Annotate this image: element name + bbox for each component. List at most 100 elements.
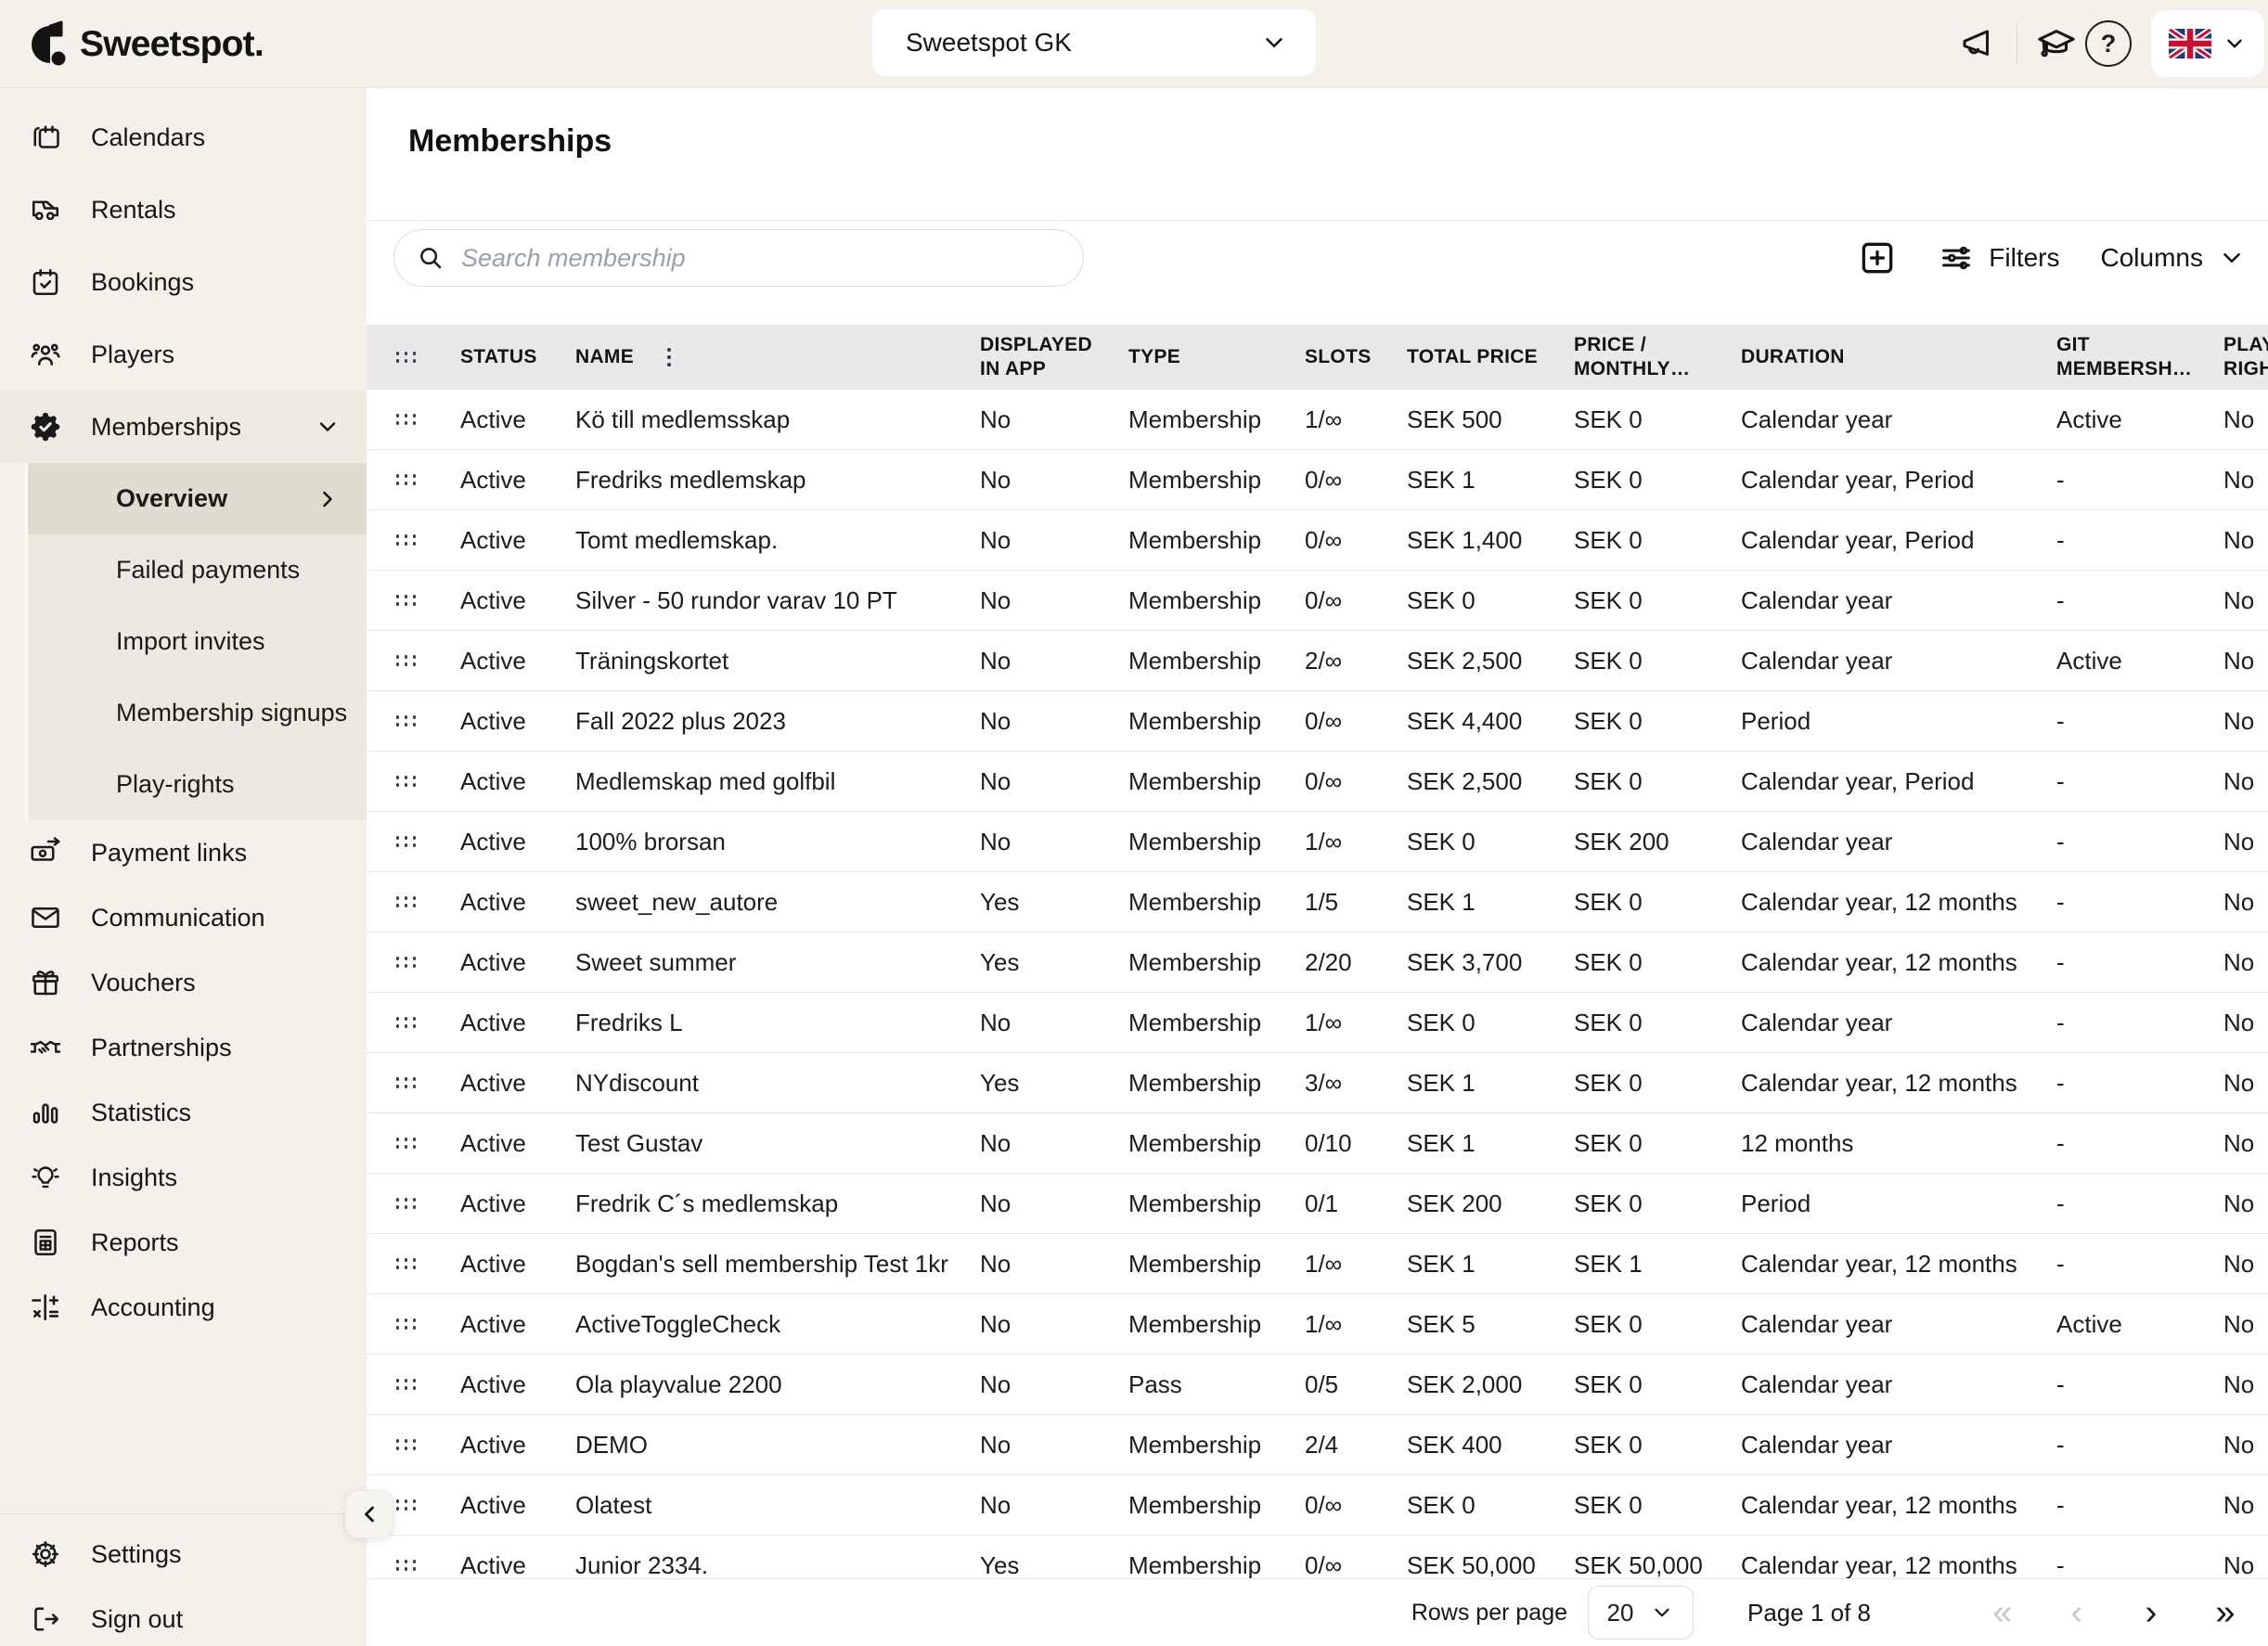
- drag-handle-icon[interactable]: [367, 414, 445, 425]
- drag-handle-icon[interactable]: [367, 534, 445, 546]
- submenu-item-membership-signups[interactable]: Membership signups: [28, 677, 367, 749]
- drag-handle-icon[interactable]: [367, 836, 445, 847]
- rows-per-page-select[interactable]: 20: [1588, 1586, 1694, 1640]
- sidebar-item-communication[interactable]: Communication: [0, 885, 367, 950]
- drag-handle-icon[interactable]: [367, 896, 445, 907]
- drag-handle-icon[interactable]: [367, 474, 445, 485]
- column-header-total-price[interactable]: TOTAL PRICE: [1392, 345, 1559, 369]
- search-input[interactable]: [459, 243, 1083, 274]
- sidebar-item-memberships[interactable]: Memberships: [0, 391, 367, 463]
- last-page-button[interactable]: »: [2209, 1590, 2242, 1635]
- membership-badge-icon: [28, 410, 63, 444]
- sidebar-item-sign-out[interactable]: Sign out: [0, 1587, 367, 1646]
- drag-handle-icon[interactable]: [367, 715, 445, 727]
- cell-displayed_in_app: Yes: [965, 948, 1114, 977]
- column-header-price-monthly[interactable]: PRICE / MONTHLY…: [1559, 333, 1726, 382]
- cell-git_membership: -: [2042, 1491, 2209, 1520]
- sidebar-item-partnerships[interactable]: Partnerships: [0, 1015, 367, 1080]
- drag-handle-icon[interactable]: [367, 1318, 445, 1330]
- column-header-name[interactable]: NAME: [557, 345, 965, 369]
- drag-handle-icon[interactable]: [367, 1198, 445, 1209]
- sidebar-item-players[interactable]: Players: [0, 318, 367, 391]
- drag-handle-icon[interactable]: [367, 1077, 445, 1088]
- submenu-item-failed-payments[interactable]: Failed payments: [28, 534, 367, 606]
- table-row[interactable]: ActiveBogdan's sell membership Test 1krN…: [367, 1234, 2268, 1294]
- sidebar-item-bookings[interactable]: Bookings: [0, 246, 367, 318]
- table-row[interactable]: ActiveFredrik C´s medlemskapNoMembership…: [367, 1174, 2268, 1234]
- uk-flag-icon: [2169, 29, 2211, 58]
- academy-cap-icon[interactable]: [2030, 18, 2082, 70]
- sidebar-item-vouchers[interactable]: Vouchers: [0, 950, 367, 1015]
- sidebar-collapse-button[interactable]: [345, 1490, 393, 1538]
- column-header-git-membership[interactable]: GIT MEMBERSH…: [2042, 333, 2209, 382]
- club-selector[interactable]: Sweetspot GK: [872, 9, 1316, 76]
- table-row[interactable]: ActiveNYdiscountYesMembership3/∞SEK 1SEK…: [367, 1053, 2268, 1113]
- drag-handle-icon[interactable]: [367, 1439, 445, 1450]
- table-row[interactable]: ActiveSilver - 50 rundor varav 10 PTNoMe…: [367, 571, 2268, 631]
- cell-play_right: No: [2209, 466, 2268, 495]
- sidebar-item-insights[interactable]: Insights: [0, 1145, 367, 1210]
- envelope-icon: [28, 901, 63, 934]
- drag-handle-icon[interactable]: [367, 776, 445, 787]
- cell-price_monthly: SEK 50,000: [1559, 1551, 1726, 1580]
- column-header-type[interactable]: TYPE: [1114, 345, 1290, 369]
- sidebar-item-calendars[interactable]: Calendars: [0, 101, 367, 174]
- table-row[interactable]: ActiveTest GustavNoMembership0/10SEK 1SE…: [367, 1113, 2268, 1174]
- column-header-status[interactable]: STATUS: [445, 345, 557, 369]
- drag-handle-icon[interactable]: [367, 957, 445, 968]
- drag-handle-icon[interactable]: [367, 1379, 445, 1390]
- sidebar-item-rentals[interactable]: Rentals: [0, 174, 367, 246]
- drag-handle-icon[interactable]: [367, 595, 445, 606]
- cell-duration: Calendar year, 12 months: [1726, 1069, 2042, 1098]
- submenu-item-overview[interactable]: Overview: [28, 463, 367, 534]
- table-row[interactable]: ActiveMedlemskap med golfbilNoMembership…: [367, 752, 2268, 812]
- columns-button[interactable]: Columns: [2101, 243, 2246, 273]
- column-header-play-right[interactable]: PLAY- RIGHT: [2209, 333, 2268, 382]
- table-row[interactable]: ActiveTomt medlemskap.NoMembership0/∞SEK…: [367, 510, 2268, 571]
- sidebar-item-reports[interactable]: Reports: [0, 1210, 367, 1275]
- table-row[interactable]: ActiveTräningskortetNoMembership2/∞SEK 2…: [367, 631, 2268, 691]
- table-row[interactable]: ActiveActiveToggleCheckNoMembership1/∞SE…: [367, 1294, 2268, 1355]
- table-row[interactable]: ActiveOla playvalue 2200NoPass0/5SEK 2,0…: [367, 1355, 2268, 1415]
- cell-price_monthly: SEK 0: [1559, 888, 1726, 917]
- cell-git_membership: -: [2042, 948, 2209, 977]
- table-row[interactable]: ActiveFredriks LNoMembership1/∞SEK 0SEK …: [367, 993, 2268, 1053]
- cell-duration: Period: [1726, 707, 2042, 736]
- table-row[interactable]: ActiveKö till medlemsskapNoMembership1/∞…: [367, 390, 2268, 450]
- sidebar-item-payment-links[interactable]: Payment links: [0, 820, 367, 885]
- drag-handle-icon[interactable]: [367, 655, 445, 666]
- table-row[interactable]: ActiveFall 2022 plus 2023NoMembership0/∞…: [367, 691, 2268, 752]
- language-selector[interactable]: [2151, 10, 2264, 77]
- column-header-displayed-in-app[interactable]: DISPLAYED IN APP: [965, 333, 1114, 382]
- sidebar-item-accounting[interactable]: Accounting: [0, 1275, 367, 1340]
- table-row[interactable]: ActiveFredriks medlemskapNoMembership0/∞…: [367, 450, 2268, 510]
- cell-type: Membership: [1114, 767, 1290, 796]
- next-page-button[interactable]: ›: [2134, 1590, 2168, 1635]
- table-row[interactable]: Activesweet_new_autoreYesMembership1/5SE…: [367, 872, 2268, 932]
- header-actions: ?: [1952, 0, 2268, 87]
- previous-page-button[interactable]: ‹: [2060, 1590, 2094, 1635]
- submenu-item-play-rights[interactable]: Play-rights: [28, 749, 367, 820]
- sidebar-item-settings[interactable]: Settings: [0, 1522, 367, 1587]
- first-page-button[interactable]: «: [1986, 1590, 2019, 1635]
- column-header-slots[interactable]: SLOTS: [1290, 345, 1392, 369]
- submenu-item-label: Play-rights: [116, 770, 235, 799]
- drag-handle-icon[interactable]: [367, 1560, 445, 1571]
- add-membership-button[interactable]: [1857, 238, 1898, 278]
- drag-handle-icon[interactable]: [367, 1138, 445, 1149]
- drag-handle-icon[interactable]: [367, 1258, 445, 1269]
- column-header-duration[interactable]: DURATION: [1726, 345, 2042, 369]
- submenu-item-import-invites[interactable]: Import invites: [28, 606, 367, 677]
- drag-handle-icon[interactable]: [367, 1017, 445, 1028]
- megaphone-icon[interactable]: [1952, 18, 2004, 70]
- cell-duration: Calendar year: [1726, 1009, 2042, 1037]
- table-row[interactable]: ActiveDEMONoMembership2/4SEK 400SEK 0Cal…: [367, 1415, 2268, 1475]
- help-icon[interactable]: ?: [2082, 18, 2134, 70]
- sidebar-item-statistics[interactable]: Statistics: [0, 1080, 367, 1145]
- cell-duration: Calendar year, 12 months: [1726, 948, 2042, 977]
- filters-button[interactable]: Filters: [1939, 240, 2059, 276]
- table-row[interactable]: ActiveOlatestNoMembership0/∞SEK 0SEK 0Ca…: [367, 1475, 2268, 1536]
- column-menu-icon[interactable]: [667, 348, 671, 366]
- table-row[interactable]: ActiveSweet summerYesMembership2/20SEK 3…: [367, 932, 2268, 993]
- table-row[interactable]: Active100% brorsanNoMembership1/∞SEK 0SE…: [367, 812, 2268, 872]
